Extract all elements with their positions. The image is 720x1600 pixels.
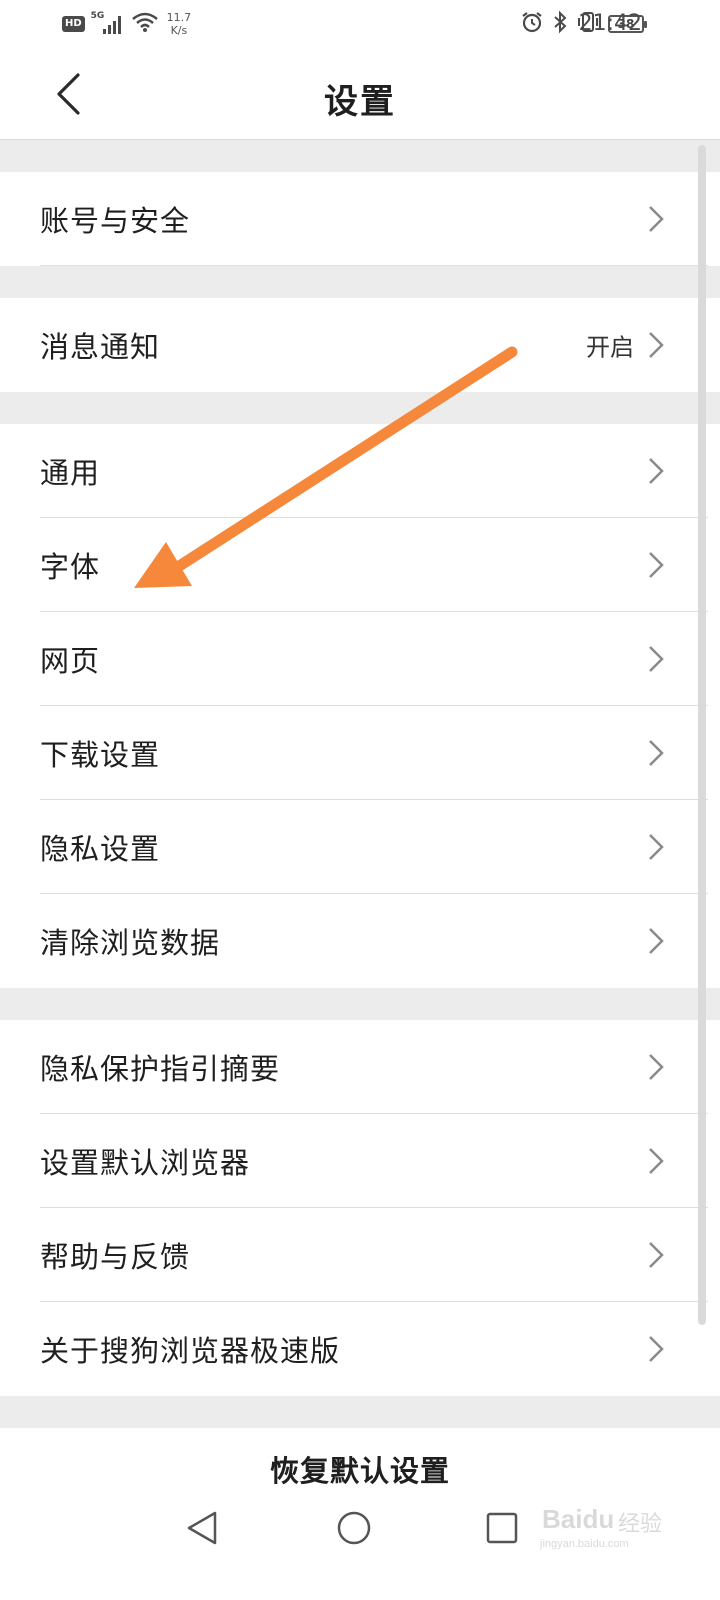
status-bar: HD 5G 11.7 K/s 38 21:42 [0,0,720,48]
setting-label: 通用 [40,456,101,490]
triangle-back-icon [187,1511,217,1545]
speed-unit: K/s [170,24,188,37]
chevron-right-icon [648,457,664,485]
setting-label: 字体 [40,550,101,584]
setting-item-privacy[interactable]: 隐私设置 [0,800,720,894]
watermark-cn: 经验 [618,1512,663,1537]
setting-item-clear-data[interactable]: 清除浏览数据 [0,894,720,988]
setting-item-download[interactable]: 下载设置 [0,706,720,800]
watermark-brand: Baidu [542,1504,615,1534]
settings-group-notifications: 消息通知 开启 [0,298,720,392]
setting-label: 消息通知 [40,330,161,364]
setting-label: 下载设置 [40,738,161,772]
notification-status-value: 开启 [586,333,634,362]
setting-label: 设置默认浏览器 [40,1146,251,1180]
setting-item-account-security[interactable]: 账号与安全 [0,172,720,266]
signal-icon: 5G [91,11,125,37]
network-speed: 11.7 K/s [167,11,192,37]
chevron-right-icon [648,1147,664,1175]
setting-label: 账号与安全 [40,204,191,238]
nav-home-button[interactable] [334,1508,374,1548]
chevron-right-icon [648,551,664,579]
nav-recents-button[interactable] [482,1508,522,1548]
chevron-right-icon [648,739,664,767]
clock: 21:42 [578,11,642,36]
setting-label: 隐私设置 [40,832,161,866]
status-left: HD 5G 11.7 K/s [62,10,191,38]
setting-item-font[interactable]: 字体 [0,518,720,612]
circle-home-icon [337,1511,371,1545]
settings-group-general: 通用 字体 网页 下载设置 隐私设置 清除浏览数据 [0,424,720,988]
chevron-right-icon [648,645,664,673]
chevron-right-icon [648,331,664,359]
watermark-url: jingyan.baidu.com [540,1538,629,1550]
settings-group-about: 隐私保护指引摘要 设置默认浏览器 帮助与反馈 关于搜狗浏览器极速版 [0,1020,720,1396]
settings-group-account: 账号与安全 [0,172,720,266]
bluetooth-icon [552,10,568,38]
setting-item-privacy-summary[interactable]: 隐私保护指引摘要 [0,1020,720,1114]
setting-label: 隐私保护指引摘要 [40,1052,281,1086]
chevron-right-icon [648,205,664,233]
setting-item-about[interactable]: 关于搜狗浏览器极速版 [0,1302,720,1396]
nav-back-button[interactable] [182,1508,222,1548]
setting-item-notifications[interactable]: 消息通知 开启 [0,298,720,392]
divider [40,265,708,266]
chevron-right-icon [648,833,664,861]
speed-value: 11.7 [166,11,192,24]
setting-item-help-feedback[interactable]: 帮助与反馈 [0,1208,720,1302]
baidu-watermark: Baidu 经验 jingyan.baidu.com [536,1494,676,1554]
setting-label: 关于搜狗浏览器极速版 [40,1334,341,1368]
square-recents-icon [486,1512,518,1544]
chevron-right-icon [648,1335,664,1363]
setting-label: 网页 [40,644,101,678]
chevron-right-icon [648,1241,664,1269]
setting-item-default-browser[interactable]: 设置默认浏览器 [0,1114,720,1208]
alarm-icon [520,10,544,38]
restore-defaults-button[interactable]: 恢复默认设置 [0,1448,720,1490]
scrollbar[interactable] [698,145,706,1325]
setting-label: 清除浏览数据 [40,926,221,960]
chevron-right-icon [648,1053,664,1081]
hd-badge: HD [62,16,85,32]
setting-label: 帮助与反馈 [40,1240,191,1274]
setting-item-webpage[interactable]: 网页 [0,612,720,706]
wifi-icon [131,11,159,37]
setting-item-general[interactable]: 通用 [0,424,720,518]
page-title: 设置 [324,82,396,122]
app-header: 设置 [0,48,720,140]
chevron-right-icon [648,927,664,955]
